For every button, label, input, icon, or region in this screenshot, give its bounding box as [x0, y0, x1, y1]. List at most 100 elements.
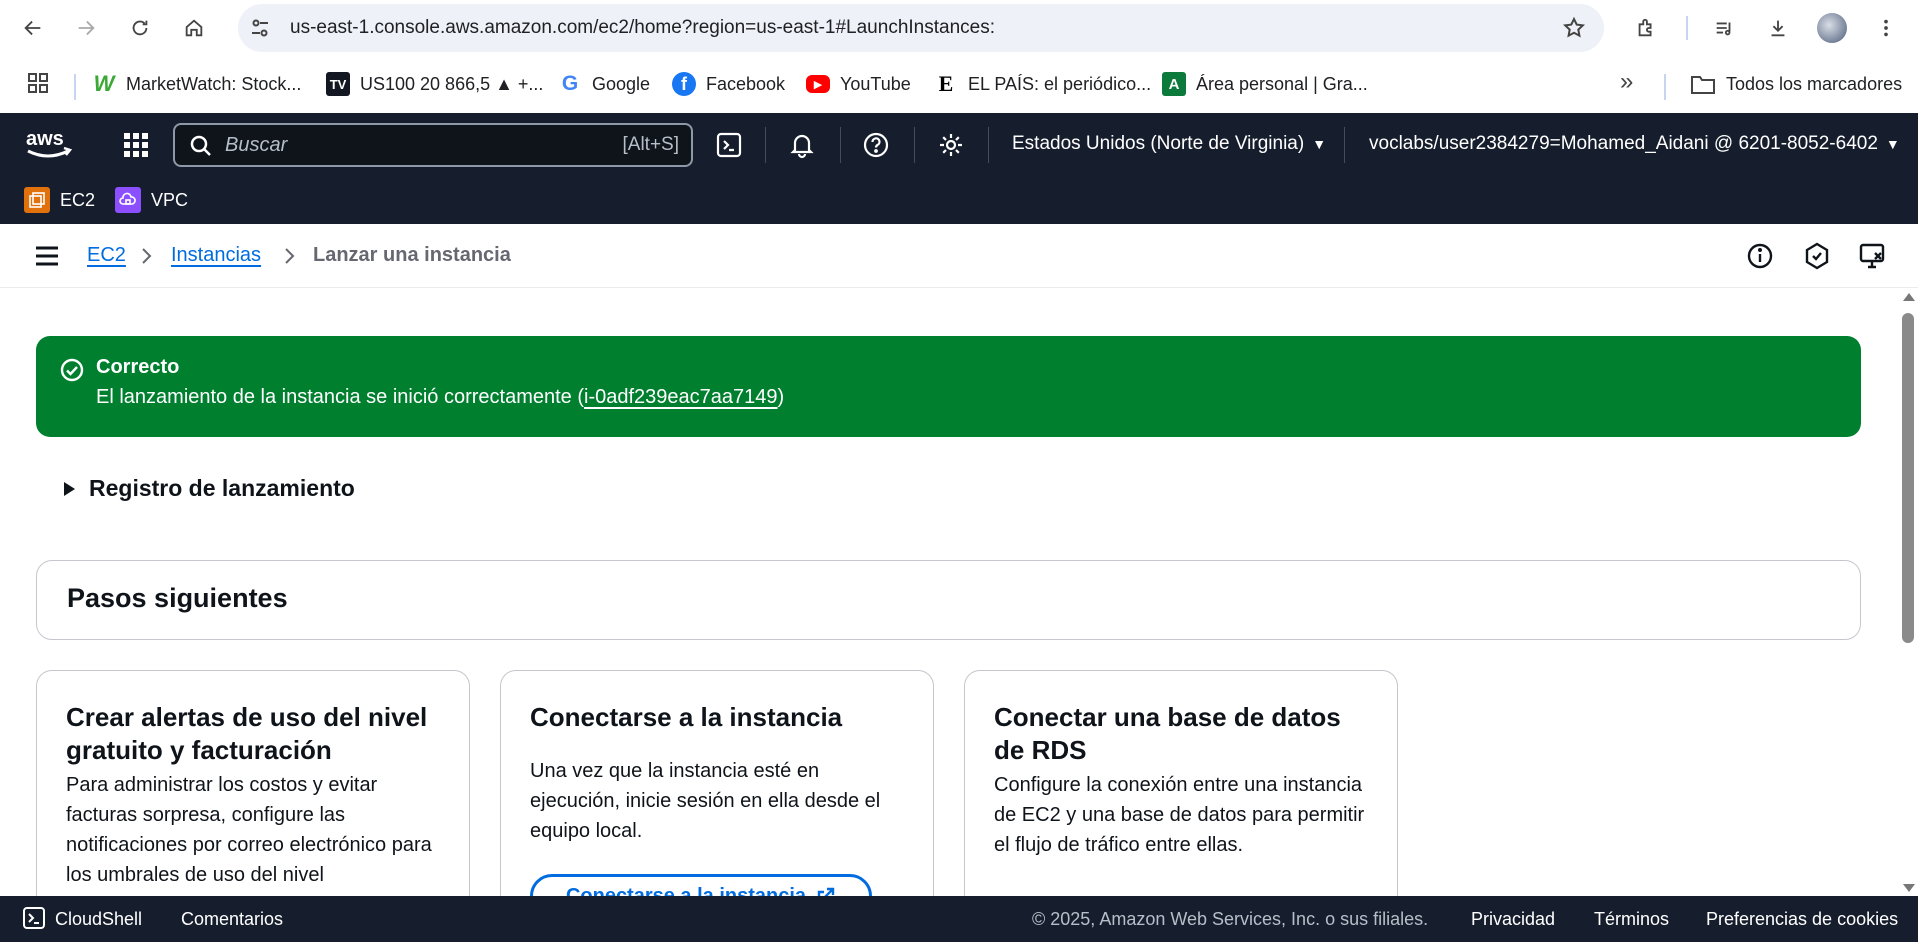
services-menu-icon[interactable] [122, 131, 150, 159]
scroll-down-arrow-icon[interactable] [1903, 884, 1915, 892]
card-billing-alerts: Crear alertas de uso del nivel gratuito … [36, 670, 470, 896]
cloudshell-icon[interactable] [715, 131, 743, 159]
extensions-button[interactable] [1628, 10, 1664, 46]
more-bookmarks-chevron-icon[interactable]: » [1620, 68, 1633, 96]
account-label: voclabs/user2384279=Mohamed_Aidani @ 620… [1369, 133, 1878, 154]
breadcrumb-ec2[interactable]: EC2 [87, 244, 126, 267]
home-icon [185, 19, 203, 37]
nav-divider [914, 127, 915, 163]
bookmark-elpais[interactable]: E EL PAÍS: el periódico... [934, 70, 1151, 98]
reload-button[interactable] [122, 10, 158, 46]
bookmark-youtube[interactable]: ▶ YouTube [806, 70, 911, 98]
kebab-menu-icon [1884, 19, 1888, 37]
tradingview-icon: TV [326, 72, 350, 96]
vpc-service-icon [115, 187, 141, 213]
back-arrow-icon [24, 20, 41, 36]
search-shortcut-hint: [Alt+S] [622, 134, 680, 155]
downloads-button[interactable] [1760, 10, 1796, 46]
main-content: Correcto El lanzamiento de la instancia … [0, 289, 1898, 896]
chrome-menu-button[interactable] [1868, 10, 1904, 46]
apps-grid-icon[interactable] [26, 71, 50, 95]
favorite-label: EC2 [60, 189, 96, 210]
facebook-icon: f [672, 72, 696, 96]
bookmark-divider [74, 74, 76, 100]
bookmark-us100[interactable]: TV US100 20 866,5 ▲ +... [326, 70, 543, 98]
account-menu[interactable]: voclabs/user2384279=Mohamed_Aidani @ 620… [1369, 133, 1900, 155]
vertical-scrollbar[interactable] [1898, 289, 1918, 896]
aws-logo[interactable]: aws [24, 125, 74, 166]
feedback-link[interactable]: Comentarios [181, 909, 283, 930]
address-bar[interactable]: us-east-1.console.aws.amazon.com/ec2/hom… [238, 4, 1604, 52]
back-button[interactable] [15, 10, 51, 46]
security-hexagon-icon[interactable] [1802, 241, 1832, 271]
nav-divider [988, 127, 989, 163]
marketwatch-icon: W [93, 71, 115, 96]
all-bookmarks-folder[interactable]: Todos los marcadores [1690, 70, 1902, 98]
bookmark-marketwatch[interactable]: W MarketWatch: Stock... [92, 70, 302, 98]
connect-instance-button[interactable]: Conectarse a la instancia [530, 874, 872, 896]
scroll-thumb[interactable] [1902, 313, 1914, 643]
ec2-service-icon [24, 187, 50, 213]
external-link-icon [817, 887, 835, 896]
media-button[interactable] [1706, 10, 1742, 46]
bookmark-google[interactable]: G Google [558, 70, 650, 98]
profile-button[interactable] [1814, 10, 1850, 46]
download-icon [1771, 20, 1785, 37]
console-search[interactable]: [Alt+S] [173, 123, 693, 167]
breadcrumb-instancias[interactable]: Instancias [171, 244, 261, 267]
info-icon[interactable] [1745, 241, 1775, 271]
bookmarks-bar: W MarketWatch: Stock... TV US100 20 866,… [0, 56, 1918, 112]
notifications-bell-icon[interactable] [788, 131, 816, 159]
forward-button[interactable] [68, 10, 104, 46]
bookmark-star-icon[interactable] [1562, 16, 1586, 40]
youtube-icon: ▶ [806, 75, 830, 93]
reload-icon [132, 20, 148, 36]
success-flash-banner: Correcto El lanzamiento de la instancia … [36, 336, 1861, 437]
region-selector[interactable]: Estados Unidos (Norte de Virginia) ▼ [1012, 133, 1326, 155]
feedback-monitor-icon[interactable] [1858, 241, 1888, 271]
launch-log-label: Registro de lanzamiento [89, 475, 355, 501]
card-body: Una vez que la instancia esté en ejecuci… [530, 760, 881, 842]
site-settings-icon[interactable] [248, 16, 272, 40]
breadcrumb-current: Lanzar una instancia [313, 244, 511, 266]
flash-message-suffix: ) [777, 386, 785, 408]
next-steps-container: Pasos siguientes [36, 560, 1861, 640]
button-label: Conectarse a la instancia [565, 884, 807, 897]
card-body: Configure la conexión entre una instanci… [994, 774, 1365, 856]
folder-icon [1691, 76, 1715, 94]
hamburger-menu-icon[interactable] [34, 244, 60, 268]
card-title: Conectarse a la instancia [530, 702, 843, 732]
bookmark-label: MarketWatch: Stock... [126, 73, 302, 94]
flash-title: Correcto [96, 356, 180, 378]
bookmark-area-personal[interactable]: A Área personal | Gra... [1162, 70, 1368, 98]
help-icon[interactable] [862, 131, 890, 159]
bookmark-facebook[interactable]: f Facebook [672, 70, 785, 98]
cloudshell-icon[interactable] [22, 906, 46, 930]
favorite-ec2[interactable]: EC2 [24, 187, 95, 213]
cloudshell-link[interactable]: CloudShell [55, 909, 142, 930]
settings-gear-icon[interactable] [937, 131, 965, 159]
instance-id-link[interactable]: i-0adf239eac7aa7149 [584, 386, 778, 408]
chevron-right-icon [142, 248, 152, 264]
favorite-label: VPC [151, 189, 189, 210]
scroll-up-arrow-icon[interactable] [1903, 293, 1915, 301]
card-title: Crear alertas de uso del nivel gratuito … [66, 702, 428, 765]
chevron-right-icon [285, 248, 295, 264]
console-footer: CloudShell Comentarios © 2025, Amazon We… [0, 896, 1918, 942]
search-input[interactable] [225, 131, 605, 159]
browser-toolbar: us-east-1.console.aws.amazon.com/ec2/hom… [0, 0, 1918, 56]
caret-down-icon: ▼ [1312, 136, 1327, 152]
aws-logo-icon: aws [26, 128, 73, 158]
nav-divider [765, 127, 766, 163]
avatar [1817, 13, 1847, 43]
cookie-preferences-link[interactable]: Preferencias de cookies [1706, 909, 1898, 930]
aws-top-navigation: aws [Alt+S] Estados Unidos (Norte de Vir… [0, 113, 1918, 177]
next-steps-title: Pasos siguientes [67, 583, 288, 613]
home-button[interactable] [176, 10, 212, 46]
terms-link[interactable]: Términos [1594, 909, 1669, 930]
favorite-vpc[interactable]: VPC [115, 187, 188, 213]
url-text[interactable]: us-east-1.console.aws.amazon.com/ec2/hom… [290, 17, 995, 39]
flash-message: El lanzamiento de la instancia se inició… [96, 386, 784, 409]
launch-log-expander[interactable]: Registro de lanzamiento [64, 475, 355, 502]
privacy-link[interactable]: Privacidad [1471, 909, 1555, 930]
